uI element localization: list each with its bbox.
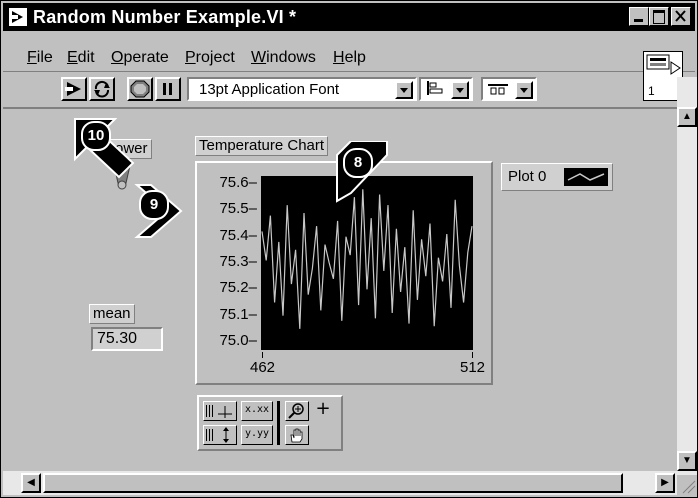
minimize-button[interactable]: [629, 7, 649, 26]
run-continuously-icon: [94, 80, 110, 98]
cursor-crosshair-icon[interactable]: +: [311, 400, 335, 421]
window-title: Random Number Example.VI *: [33, 7, 297, 27]
plot-legend[interactable]: Plot 0: [501, 163, 613, 191]
y-tick-label: 75.0–: [219, 332, 257, 349]
alignment-dropdown[interactable]: [419, 77, 473, 101]
menu-project[interactable]: Project: [185, 48, 235, 68]
y-tick-label: 75.3–: [219, 253, 257, 270]
x-format-button[interactable]: x.xx: [241, 401, 273, 421]
y-tick-label: 75.1–: [219, 305, 257, 323]
chevron-down-icon[interactable]: [515, 81, 533, 99]
toolbar: 13pt Application Font: [3, 73, 695, 109]
close-button[interactable]: [671, 7, 691, 26]
connector-number: 1: [648, 84, 655, 98]
distribution-dropdown[interactable]: [481, 77, 537, 101]
title-bar[interactable]: Random Number Example.VI *: [3, 3, 695, 31]
run-continuously-button[interactable]: [89, 77, 115, 101]
zoom-icon: [288, 403, 304, 419]
callout-10: 10: [81, 121, 111, 151]
y-tick-label: 75.2–: [219, 279, 257, 297]
y-format-button[interactable]: y.yy: [241, 425, 273, 445]
scroll-left-arrow-icon[interactable]: ◀: [21, 473, 41, 493]
menu-file[interactable]: File: [27, 48, 53, 68]
abort-icon: [130, 80, 150, 98]
x-tick-mark: [472, 352, 473, 358]
scroll-right-arrow-icon[interactable]: ▶: [655, 473, 675, 493]
horizontal-scroll-thumb[interactable]: [43, 473, 623, 493]
chevron-down-icon[interactable]: [395, 81, 413, 99]
chevron-down-icon[interactable]: [451, 81, 469, 99]
distribute-icon: [488, 84, 508, 95]
graph-palette: x.xx + y.yy: [197, 395, 343, 451]
font-dropdown[interactable]: 13pt Application Font: [187, 77, 417, 101]
y-autoscale-button[interactable]: [203, 425, 237, 445]
y-autoscale-icon: [206, 427, 229, 443]
chart-label: Temperature Chart: [195, 136, 329, 156]
menu-bar: File Edit Operate Project Windows Help: [3, 33, 695, 72]
text-align-icon: [427, 81, 443, 95]
scroll-down-arrow-icon[interactable]: ▼: [677, 451, 697, 471]
menu-help[interactable]: Help: [333, 48, 366, 68]
hand-icon: [290, 428, 303, 443]
scroll-up-arrow-icon[interactable]: ▲: [677, 107, 697, 127]
x-tick-label: 512: [460, 359, 486, 376]
y-tick-label: 75.6–: [219, 174, 257, 191]
zoom-button[interactable]: [285, 401, 309, 421]
y-tick-label: 75.5–: [219, 200, 257, 218]
minimize-icon: [634, 19, 643, 22]
vi-run-arrow-icon: [9, 8, 27, 26]
maximize-icon: [653, 10, 665, 24]
run-button[interactable]: [61, 77, 87, 101]
x-tick-mark: [262, 352, 263, 358]
callout-9: 9: [139, 190, 169, 220]
menu-edit[interactable]: Edit: [67, 48, 95, 68]
run-icon: [65, 82, 81, 96]
close-icon: [675, 10, 686, 22]
menu-operate[interactable]: Operate: [111, 48, 169, 68]
maximize-button[interactable]: [649, 7, 669, 26]
mean-label: mean: [89, 304, 135, 324]
font-dropdown-value: 13pt Application Font: [199, 81, 340, 98]
palette-divider: [277, 401, 280, 445]
x-tick-label: 462: [250, 359, 276, 376]
vertical-scrollbar[interactable]: ▲ ▼: [677, 77, 697, 477]
menu-windows[interactable]: Windows: [251, 48, 316, 68]
vi-window: Random Number Example.VI * File Edit Ope…: [0, 0, 698, 498]
pause-icon: [163, 83, 172, 95]
x-autoscale-button[interactable]: [203, 401, 237, 421]
abort-button[interactable]: [127, 77, 153, 101]
legend-label: Plot 0: [508, 168, 547, 185]
pause-button[interactable]: [155, 77, 181, 101]
y-tick-label: 75.4–: [219, 226, 257, 244]
x-autoscale-icon: [206, 405, 232, 418]
mean-indicator: 75.30: [91, 327, 163, 351]
pan-hand-button[interactable]: [285, 425, 309, 445]
horizontal-scrollbar[interactable]: ◀ ▶: [3, 471, 677, 495]
resize-grip-icon[interactable]: [677, 475, 697, 495]
callout-8: 8: [343, 148, 373, 178]
legend-swatch: [564, 168, 608, 186]
callout-arrow-icon: [134, 184, 183, 238]
